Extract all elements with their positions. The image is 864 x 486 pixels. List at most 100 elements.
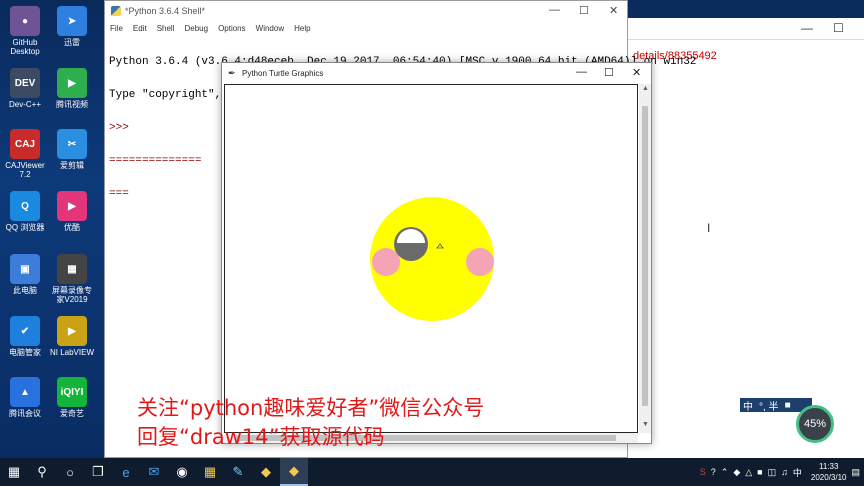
windows-start-icon[interactable]: ▦ <box>0 458 28 486</box>
caption-line-1: 关注“python趣味爱好者”微信公众号 <box>137 396 485 420</box>
scroll-down-icon[interactable]: ▼ <box>642 421 649 428</box>
turtle-canvas[interactable] <box>224 84 638 433</box>
desktop-icon[interactable]: CAJ CAJViewer 7.2 <box>0 129 50 179</box>
menu-edit[interactable]: Edit <box>133 24 147 33</box>
help-icon[interactable]: ? <box>711 467 716 477</box>
app-tray-icon[interactable]: ■ <box>757 467 762 477</box>
notepad-icon[interactable]: ✎ <box>224 458 252 486</box>
edge-icon[interactable]: e <box>112 458 140 486</box>
browser-minimize-button[interactable]: — <box>801 21 813 35</box>
caption-line-2: 回复“draw14”获取源代码 <box>137 425 385 449</box>
volume-icon[interactable]: ♫ <box>781 467 788 477</box>
desktop-icon-label: 腾讯会议 <box>9 409 41 418</box>
turtle-maximize-button[interactable]: ☐ <box>604 66 614 79</box>
menu-window[interactable]: Window <box>256 24 284 33</box>
desktop-icon-label: GitHub Desktop <box>10 38 40 56</box>
desktop-icon-image: ✂ <box>57 129 87 159</box>
desktop-icon-image: ▲ <box>10 377 40 407</box>
desktop-icon[interactable]: ▲ 腾讯会议 <box>0 377 50 418</box>
ime-mode-label[interactable]: 中 <box>743 398 753 413</box>
desktop-icon-label: 腾讯视频 <box>56 100 88 109</box>
turtle-minimize-button[interactable]: — <box>576 66 587 78</box>
ime-tray-icon[interactable]: 中 <box>793 466 802 479</box>
desktop-icon-image: ✔ <box>10 316 40 346</box>
desktop-icon-label: 屏幕录像专 家V2019 <box>52 286 92 304</box>
turtle-drawing <box>370 197 494 321</box>
clock[interactable]: 11:33 2020/3/10 <box>811 461 847 483</box>
app-icon[interactable]: ◆ <box>252 458 280 486</box>
menu-file[interactable]: File <box>110 24 123 33</box>
desktop-icon[interactable]: ✔ 电脑管家 <box>0 316 50 357</box>
desktop-icon-image: CAJ <box>10 129 40 159</box>
desktop-icon[interactable]: iQIYI 爱奇艺 <box>47 377 97 418</box>
file-explorer-icon[interactable]: ▦ <box>196 458 224 486</box>
turtle-title: Python Turtle Graphics <box>242 68 324 78</box>
clock-date: 2020/3/10 <box>810 473 847 482</box>
system-tray: S ? ⌃ ◆ △ ■ ◫ ♫ 中 11:33 2020/3/10 ▤ <box>700 458 860 486</box>
desktop-icon-label: 电脑管家 <box>9 348 41 357</box>
desktop-icon-label: 优酷 <box>64 223 80 232</box>
media-player-icon[interactable]: ◉ <box>168 458 196 486</box>
desktop-icon[interactable]: Q QQ 浏览器 <box>0 191 50 232</box>
desktop-icon-image: ● <box>10 6 40 36</box>
desktop-icon-image: Q <box>10 191 40 221</box>
shell-menubar: File Edit Shell Debug Options Window Hel… <box>105 21 627 35</box>
feather-icon: ✒ <box>228 67 236 78</box>
taskbar: ▦ ⚲ ○ ❐ e ✉ ◉ ▦ ✎ ◆ ◆ S ? ⌃ ◆ △ ■ ◫ ♫ 中 … <box>0 458 864 486</box>
desktop-icon[interactable]: ▶ 腾讯视频 <box>47 68 97 109</box>
scroll-up-icon[interactable]: ▲ <box>642 85 649 92</box>
menu-help[interactable]: Help <box>294 24 310 33</box>
search-icon[interactable]: ⚲ <box>28 458 56 486</box>
left-cheek <box>372 248 400 276</box>
python-taskbar-icon[interactable]: ◆ <box>280 458 308 486</box>
mail-icon[interactable]: ✉ <box>140 458 168 486</box>
desktop-icon-image: ▶ <box>57 68 87 98</box>
desktop: ● GitHub Desktop ➤ 迅雷 DEV Dev-C++ ▶ 腾讯视频 CAJ CAJV… <box>0 0 864 458</box>
download-speed: 1.9K/s <box>774 427 794 434</box>
shirt-icon[interactable]: ■ <box>785 400 791 411</box>
desktop-icon-image: ▣ <box>10 254 40 284</box>
cpu-gauge[interactable]: 45% <box>796 405 834 443</box>
desktop-icon-image: iQIYI <box>57 377 87 407</box>
menu-options[interactable]: Options <box>218 24 246 33</box>
right-cheek <box>466 248 494 276</box>
desktop-icon[interactable]: ➤ 迅雷 <box>47 6 97 47</box>
cortana-icon[interactable]: ○ <box>56 458 84 486</box>
desktop-icon-label: 迅雷 <box>64 38 80 47</box>
desktop-icon[interactable]: DEV Dev-C++ <box>0 68 50 109</box>
desktop-icon-label: Dev-C++ <box>8 100 41 109</box>
desktop-icon[interactable]: ▶ 优酷 <box>47 191 97 232</box>
task-view-icon[interactable]: ❐ <box>84 458 112 486</box>
desktop-icon[interactable]: ▣ 此电脑 <box>0 254 50 295</box>
browser-titlebar <box>601 18 864 40</box>
network-icon[interactable]: ◫ <box>768 467 777 478</box>
desktop-icon-image: ▦ <box>57 254 87 284</box>
security-icon[interactable]: ◆ <box>733 467 740 478</box>
desktop-icon-label: 爱奇艺 <box>60 409 84 418</box>
desktop-icon[interactable]: ● GitHub Desktop <box>0 6 50 56</box>
desktop-icon[interactable]: ▶ NI LabVIEW <box>47 316 97 357</box>
desktop-icon-label: QQ 浏览器 <box>5 223 45 232</box>
text-cursor-icon: I <box>707 221 711 235</box>
sogou-icon[interactable]: S <box>700 467 706 477</box>
vertical-scroll-thumb[interactable] <box>642 106 648 406</box>
notification-icon[interactable]: ▤ <box>851 467 860 478</box>
shell-title: *Python 3.6.4 Shell* <box>125 6 206 16</box>
clock-time: 11:33 <box>818 462 839 471</box>
turtle-vertical-scrollbar[interactable]: ▲ ▼ <box>639 84 651 433</box>
shell-minimize-button[interactable]: — <box>549 4 560 16</box>
menu-debug[interactable]: Debug <box>184 24 208 33</box>
desktop-icon-image: DEV <box>10 68 40 98</box>
shell-close-button[interactable]: ✕ <box>609 4 618 17</box>
browser-maximize-button[interactable]: ☐ <box>833 21 844 35</box>
shell-maximize-button[interactable]: ☐ <box>579 4 589 17</box>
turtle-close-button[interactable]: ✕ <box>632 66 641 79</box>
desktop-icon-label: 此电脑 <box>13 286 37 295</box>
turtle-graphics-window[interactable]: ✒ Python Turtle Graphics — ☐ ✕ ▲ ▼ <box>221 62 652 444</box>
chevron-up-icon[interactable]: ⌃ <box>721 467 729 478</box>
desktop-icon-image: ➤ <box>57 6 87 36</box>
desktop-icon[interactable]: ▦ 屏幕录像专 家V2019 <box>47 254 97 304</box>
shield-icon[interactable]: △ <box>745 467 752 478</box>
menu-shell[interactable]: Shell <box>157 24 175 33</box>
desktop-icon[interactable]: ✂ 爱剪辑 <box>47 129 97 170</box>
